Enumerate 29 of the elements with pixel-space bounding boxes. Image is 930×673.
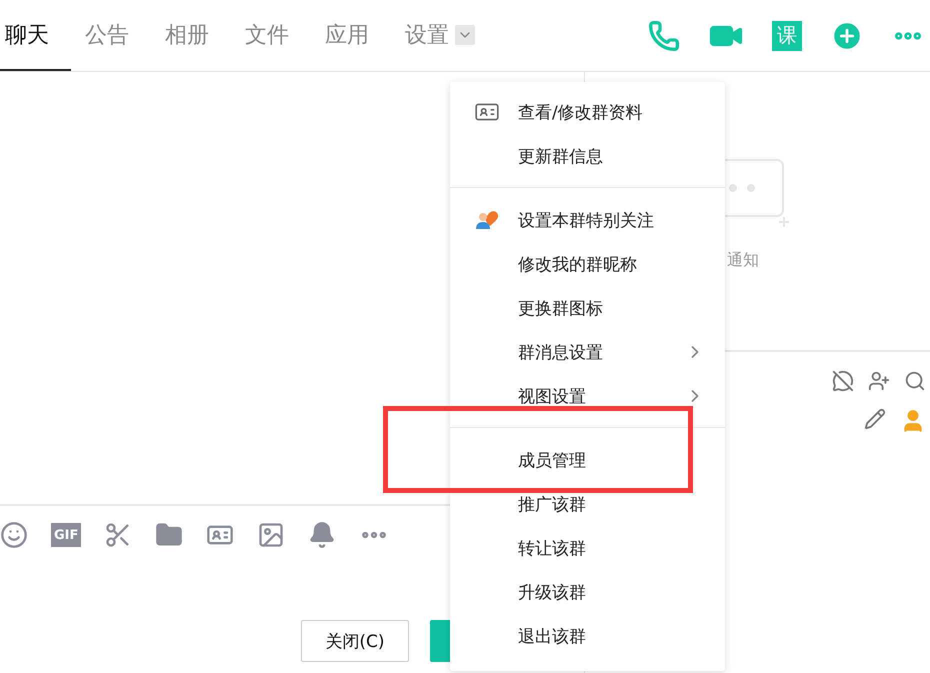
empty-notice-text: 通知 bbox=[727, 250, 759, 271]
menu-item[interactable]: 退出该群 bbox=[450, 614, 725, 658]
menu-item[interactable]: 更换群图标 bbox=[450, 286, 725, 330]
tab[interactable]: 文件 bbox=[240, 0, 311, 71]
phone-icon[interactable] bbox=[648, 20, 680, 52]
add-user-icon[interactable] bbox=[868, 370, 890, 392]
menu-item[interactable]: 视图设置 bbox=[450, 374, 725, 418]
menu-item[interactable]: 修改我的群昵称 bbox=[450, 242, 725, 286]
tab[interactable]: 相册 bbox=[160, 0, 231, 71]
image-icon[interactable] bbox=[257, 521, 286, 549]
dropdown-caret-icon[interactable] bbox=[455, 24, 475, 44]
menu-item[interactable]: 群消息设置 bbox=[450, 330, 725, 374]
search-icon[interactable] bbox=[904, 370, 926, 392]
menu-item[interactable]: 设置本群特别关注 bbox=[450, 198, 725, 242]
menu-item[interactable]: 更新群信息 bbox=[450, 134, 725, 178]
menu-item[interactable]: 查看/修改群资料 bbox=[450, 90, 725, 134]
message-off-icon[interactable] bbox=[832, 370, 854, 392]
chat-bubble-drawing bbox=[725, 158, 791, 228]
menu-item[interactable]: 转让该群 bbox=[450, 526, 725, 570]
tab[interactable]: 应用 bbox=[320, 0, 391, 71]
tab[interactable]: 设置 bbox=[400, 0, 497, 71]
smiley-icon[interactable] bbox=[0, 521, 28, 549]
menu-item[interactable]: 成员管理 bbox=[450, 438, 725, 482]
bell-icon[interactable] bbox=[308, 521, 336, 549]
tab[interactable]: 聊天 bbox=[0, 0, 71, 71]
close-button[interactable]: 关闭(C) bbox=[301, 620, 409, 662]
tab[interactable]: 公告 bbox=[80, 0, 151, 71]
menu-item[interactable]: 升级该群 bbox=[450, 570, 725, 614]
menu-item[interactable]: 推广该群 bbox=[450, 482, 725, 526]
